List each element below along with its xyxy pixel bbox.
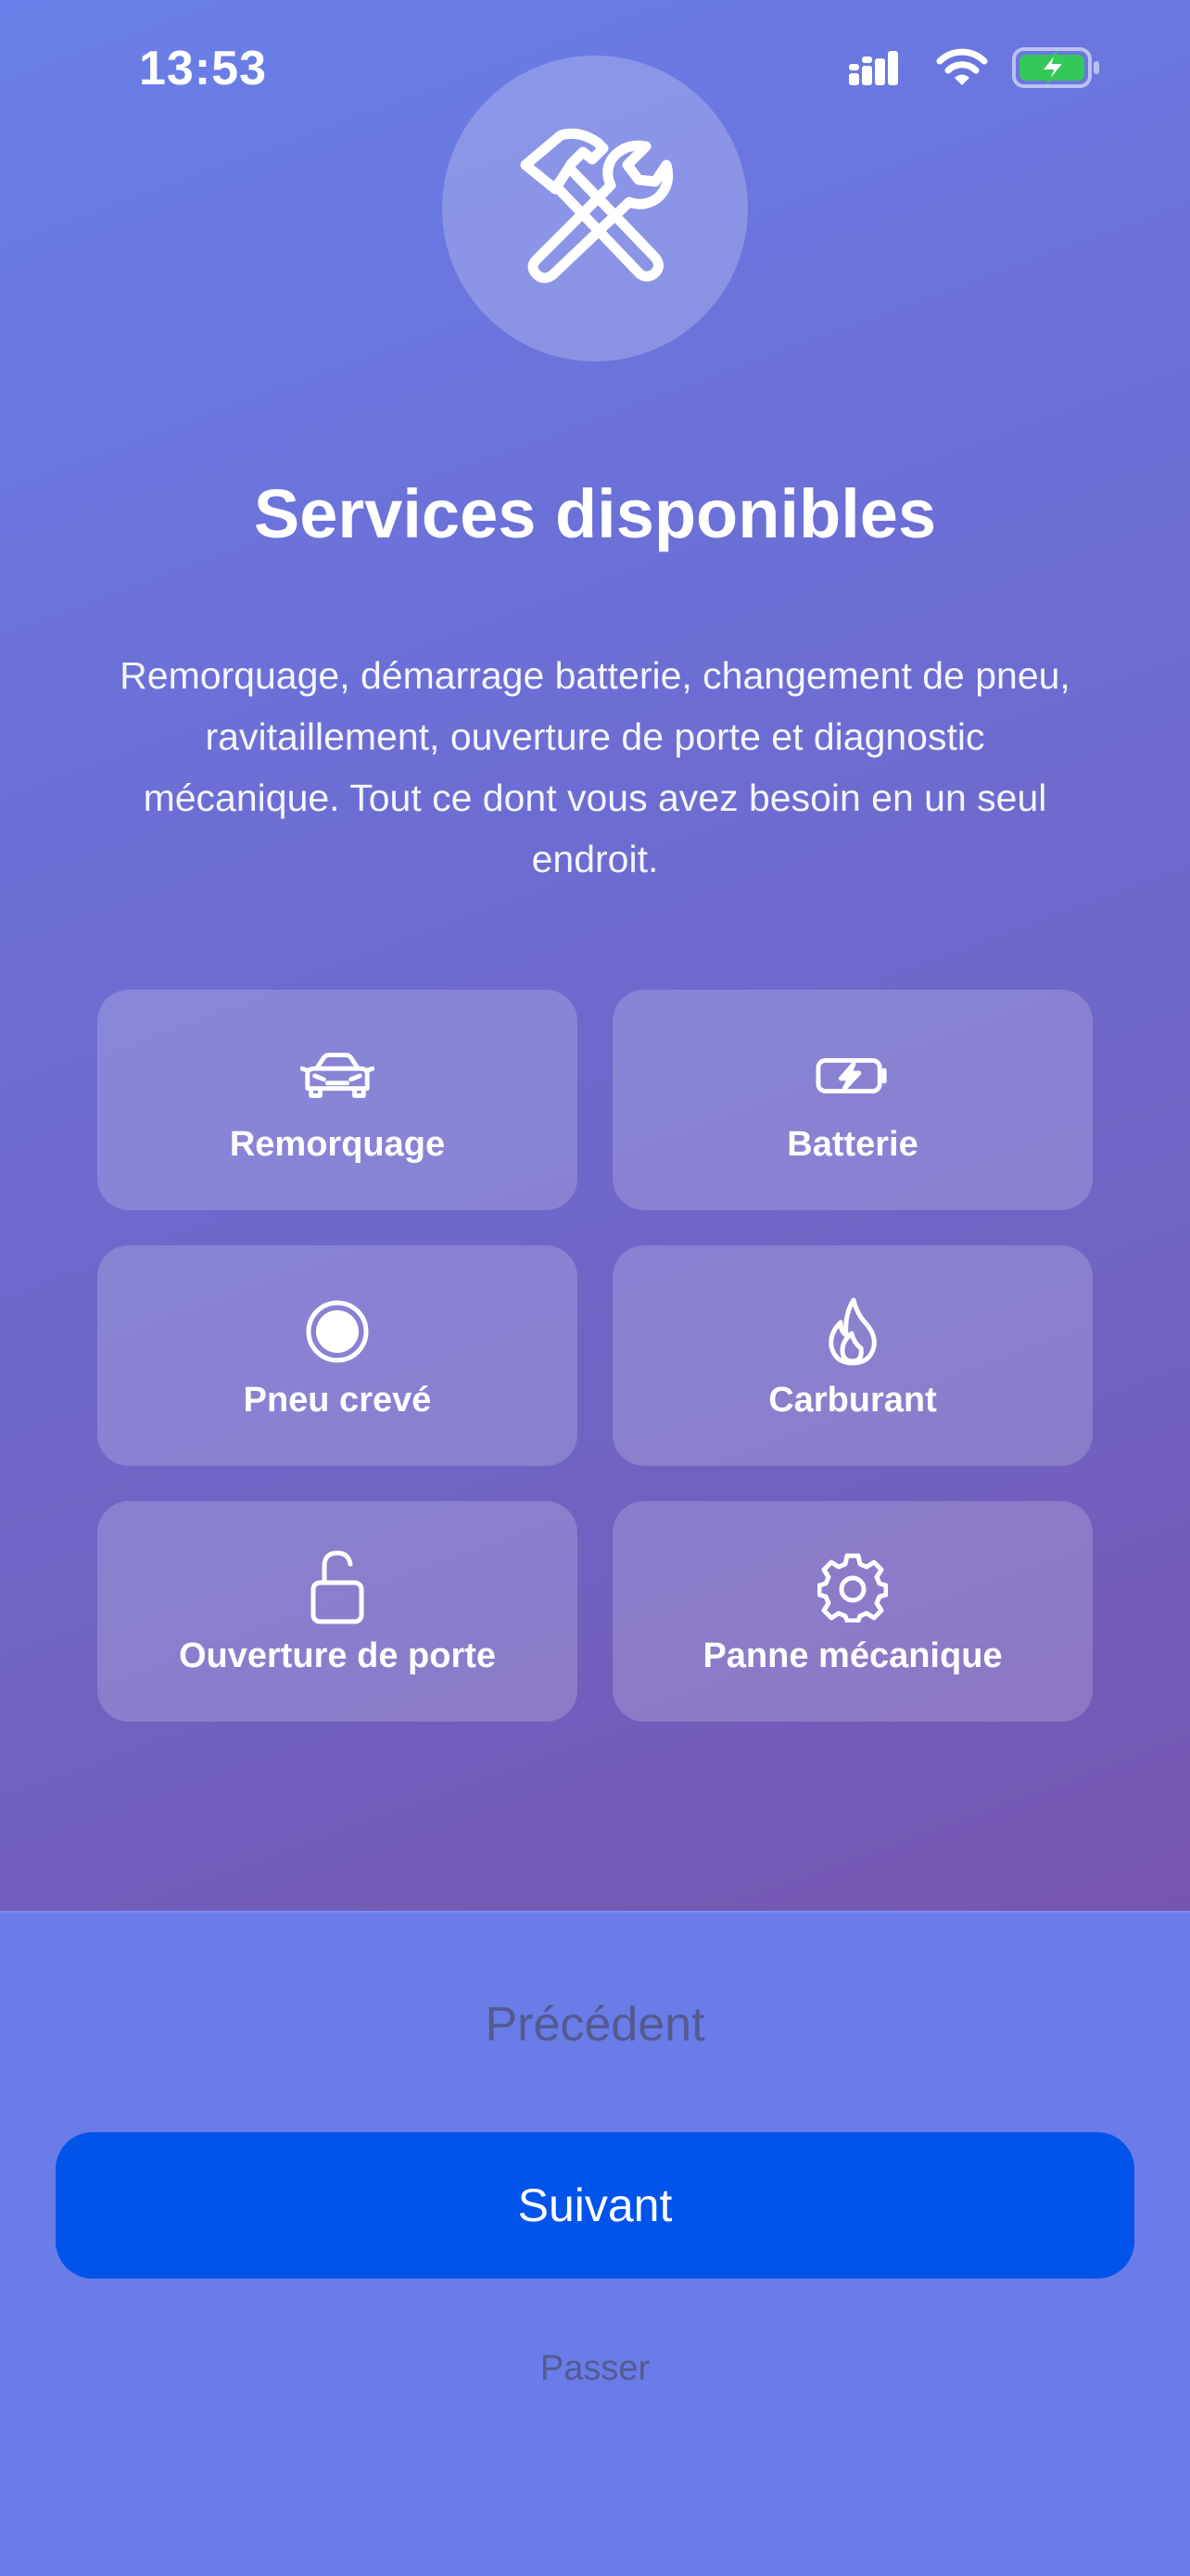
status-time: 13:53 — [139, 42, 267, 95]
service-label: Remorquage — [229, 1125, 446, 1164]
services-grid: Remorquage Batterie Pneu crevé Carburant… — [97, 990, 1093, 1722]
battery-icon — [1012, 46, 1101, 94]
service-card-flat-tire[interactable]: Pneu crevé — [97, 1245, 577, 1466]
skip-button[interactable]: Passer — [0, 2349, 1190, 2389]
status-icons — [849, 46, 1101, 93]
wifi-icon — [936, 48, 988, 92]
service-card-door-unlock[interactable]: Ouverture de porte — [97, 1501, 577, 1722]
service-label: Ouverture de porte — [178, 1636, 497, 1675]
gear-icon — [816, 1553, 890, 1623]
hammer-wrench-icon — [507, 128, 683, 290]
next-button[interactable]: Suivant — [56, 2132, 1134, 2279]
service-card-fuel[interactable]: Carburant — [613, 1245, 1093, 1466]
service-label: Panne mécanique — [703, 1636, 1003, 1675]
cellular-signal-icon — [849, 49, 912, 91]
service-label: Batterie — [787, 1125, 918, 1164]
page-title: Services disponibles — [253, 475, 937, 552]
page-description: Remorquage, démarrage batterie, changeme… — [120, 654, 1070, 880]
hero-icon-circle — [442, 56, 748, 361]
hero-section: 13:53 Services disponibles Remorquage, d… — [0, 0, 1190, 1911]
flame-icon — [816, 1297, 890, 1366]
previous-button[interactable]: Précédent — [0, 1997, 1190, 2052]
service-card-towing[interactable]: Remorquage — [97, 990, 577, 1210]
service-card-battery[interactable]: Batterie — [613, 990, 1093, 1210]
tire-icon — [300, 1299, 374, 1364]
service-label: Carburant — [768, 1381, 937, 1420]
onboarding-screen: 13:53 Services disponibles Remorquage, d… — [0, 0, 1190, 2576]
car-icon — [300, 1043, 374, 1108]
service-label: Pneu crevé — [243, 1381, 432, 1420]
service-card-mechanical[interactable]: Panne mécanique — [613, 1501, 1093, 1722]
unlocked-padlock-icon — [300, 1550, 374, 1624]
battery-charging-icon — [816, 1043, 890, 1108]
